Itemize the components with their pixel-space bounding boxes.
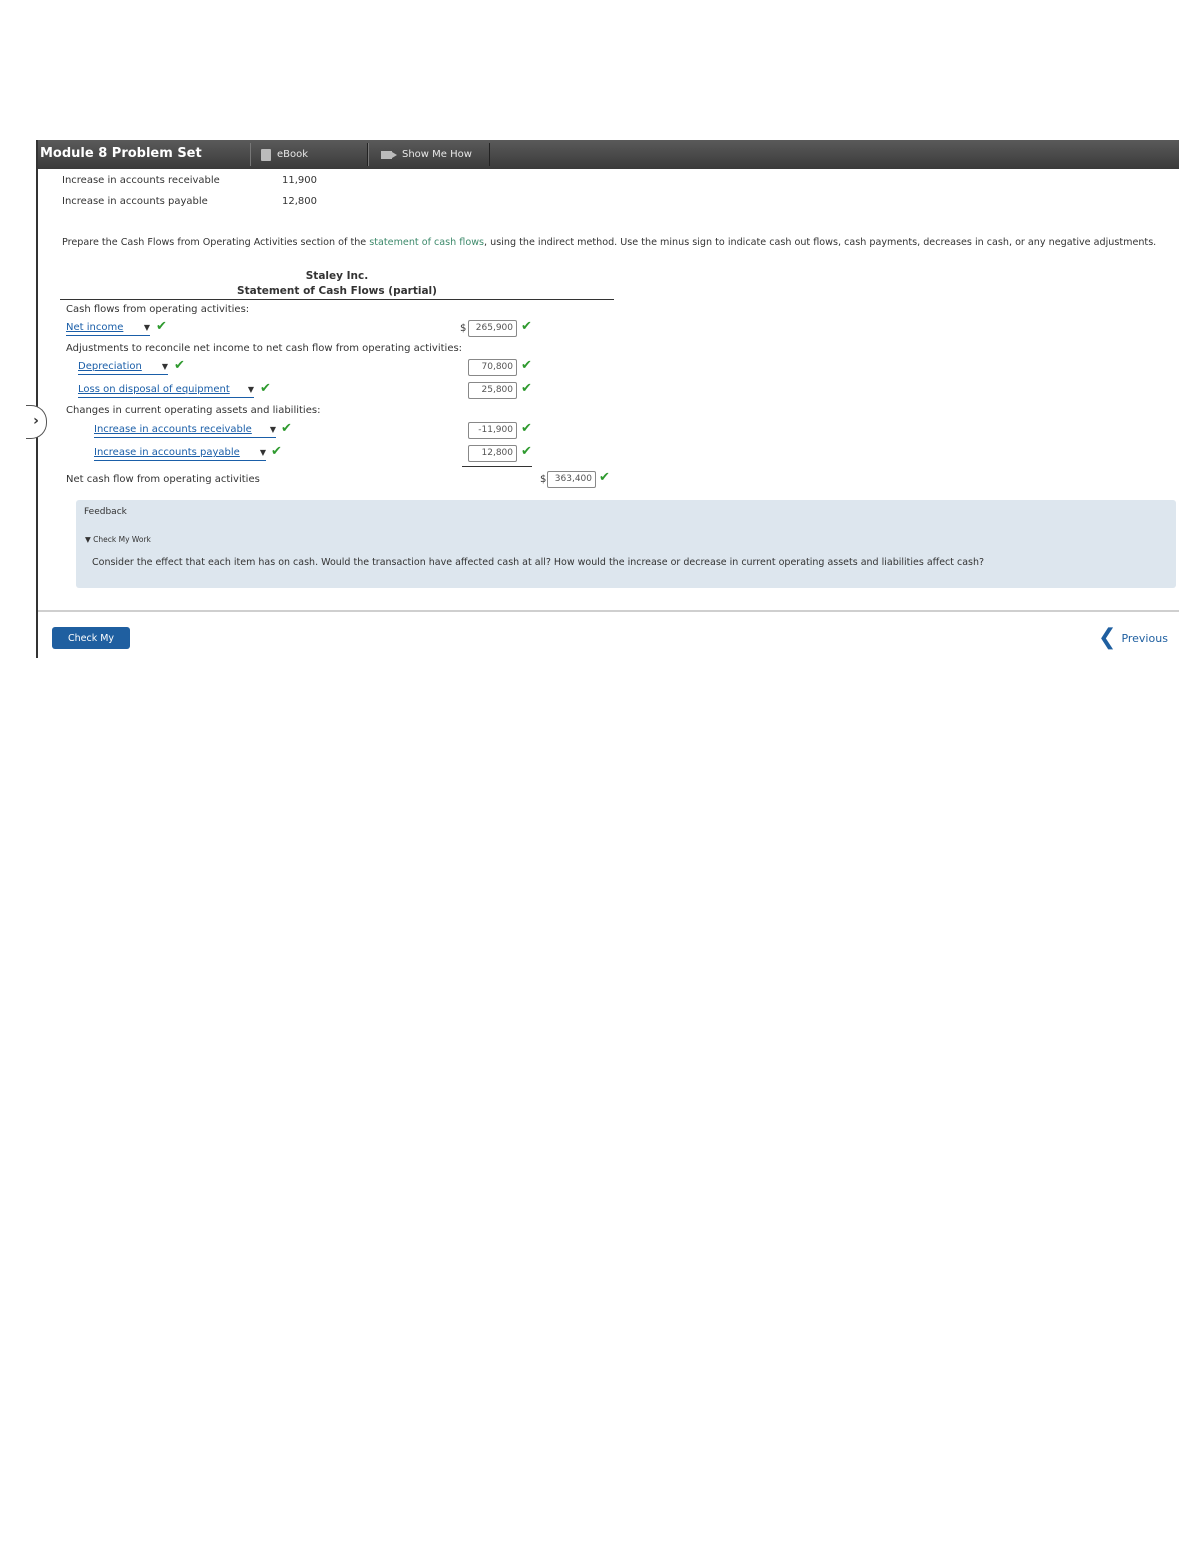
- net-cash-input[interactable]: 363,400: [547, 471, 596, 488]
- statement-title: Statement of Cash Flows (partial): [237, 285, 437, 297]
- net-income-select[interactable]: Net income ▼: [66, 322, 150, 336]
- show-me-how-button[interactable]: Show Me How: [368, 143, 490, 166]
- check-icon: ✔: [521, 444, 532, 459]
- chevron-left-icon: ❮: [1098, 625, 1117, 650]
- chevron-down-icon: ▼: [259, 448, 266, 457]
- ebook-label: eBook: [277, 149, 309, 160]
- given-row-ap: Increase in accounts payable 12,800: [62, 196, 462, 207]
- module-title: Module 8 Problem Set: [40, 146, 202, 161]
- accounts-receivable-select[interactable]: Increase in accounts receivable ▼: [94, 424, 276, 438]
- given-row-ar: Increase in accounts receivable 11,900: [62, 175, 462, 186]
- feedback-panel: Feedback ▼ Check My Work Consider the ef…: [76, 500, 1176, 588]
- section-label: Cash flows from operating activities:: [66, 304, 250, 315]
- dollar-sign: $: [540, 474, 547, 485]
- feedback-text: Consider the effect that each item has o…: [92, 557, 985, 568]
- chevron-down-icon: ▼: [247, 385, 254, 394]
- previous-label: Previous: [1121, 631, 1168, 645]
- check-icon: ✔: [156, 319, 167, 334]
- changes-label: Changes in current operating assets and …: [66, 405, 321, 416]
- footer-divider: [38, 610, 1179, 612]
- book-icon: [261, 148, 271, 161]
- company-name: Staley Inc.: [305, 270, 369, 282]
- subtotal-rule: [462, 466, 532, 467]
- statement-of-cash-flows-link[interactable]: statement of cash flows: [369, 237, 484, 248]
- chevron-right-icon: ›: [33, 413, 39, 429]
- check-icon: ✔: [521, 421, 532, 436]
- given-label: Increase in accounts receivable: [62, 175, 220, 186]
- accounts-payable-select[interactable]: Increase in accounts payable ▼: [94, 447, 266, 461]
- given-label: Increase in accounts payable: [62, 196, 208, 207]
- check-icon: ✔: [260, 381, 271, 396]
- depreciation-input[interactable]: 70,800: [468, 359, 517, 376]
- check-icon: ✔: [521, 381, 532, 396]
- check-icon: ✔: [521, 358, 532, 373]
- net-income-input[interactable]: 265,900: [468, 320, 517, 337]
- accounts-receivable-input[interactable]: -11,900: [468, 422, 517, 439]
- check-icon: ✔: [281, 421, 292, 436]
- video-icon: [381, 150, 397, 159]
- problem-panel: Module 8 Problem Set eBook Show Me How I…: [36, 140, 1179, 666]
- chevron-down-icon: ▼: [269, 425, 276, 434]
- loss-on-disposal-select[interactable]: Loss on disposal of equipment ▼: [78, 384, 254, 398]
- given-value: 12,800: [282, 196, 317, 207]
- dollar-sign: $: [460, 323, 467, 334]
- feedback-heading: Feedback: [84, 507, 127, 517]
- ebook-button[interactable]: eBook: [250, 143, 368, 166]
- chevron-down-icon: ▼: [161, 362, 168, 371]
- instructions: Prepare the Cash Flows from Operating Ac…: [62, 237, 1157, 248]
- check-my-work-button[interactable]: Check My Work: [52, 627, 130, 666]
- net-cash-label: Net cash flow from operating activities: [66, 474, 260, 485]
- loss-input[interactable]: 25,800: [468, 382, 517, 399]
- check-icon: ✔: [271, 444, 282, 459]
- accounts-payable-input[interactable]: 12,800: [468, 445, 517, 462]
- depreciation-select[interactable]: Depreciation ▼: [78, 361, 168, 375]
- check-my-work-toggle[interactable]: ▼ Check My Work: [85, 535, 151, 544]
- check-icon: ✔: [599, 470, 610, 485]
- given-value: 11,900: [282, 175, 317, 186]
- check-icon: ✔: [521, 319, 532, 334]
- module-header-bar: Module 8 Problem Set eBook Show Me How: [38, 140, 1179, 169]
- chevron-down-icon: ▼: [143, 323, 150, 332]
- adjustments-label: Adjustments to reconcile net income to n…: [66, 343, 463, 354]
- previous-button[interactable]: ❮ Previous: [1098, 627, 1168, 649]
- check-icon: ✔: [174, 358, 185, 373]
- header-rule: [60, 299, 614, 300]
- show-me-how-label: Show Me How: [402, 149, 472, 160]
